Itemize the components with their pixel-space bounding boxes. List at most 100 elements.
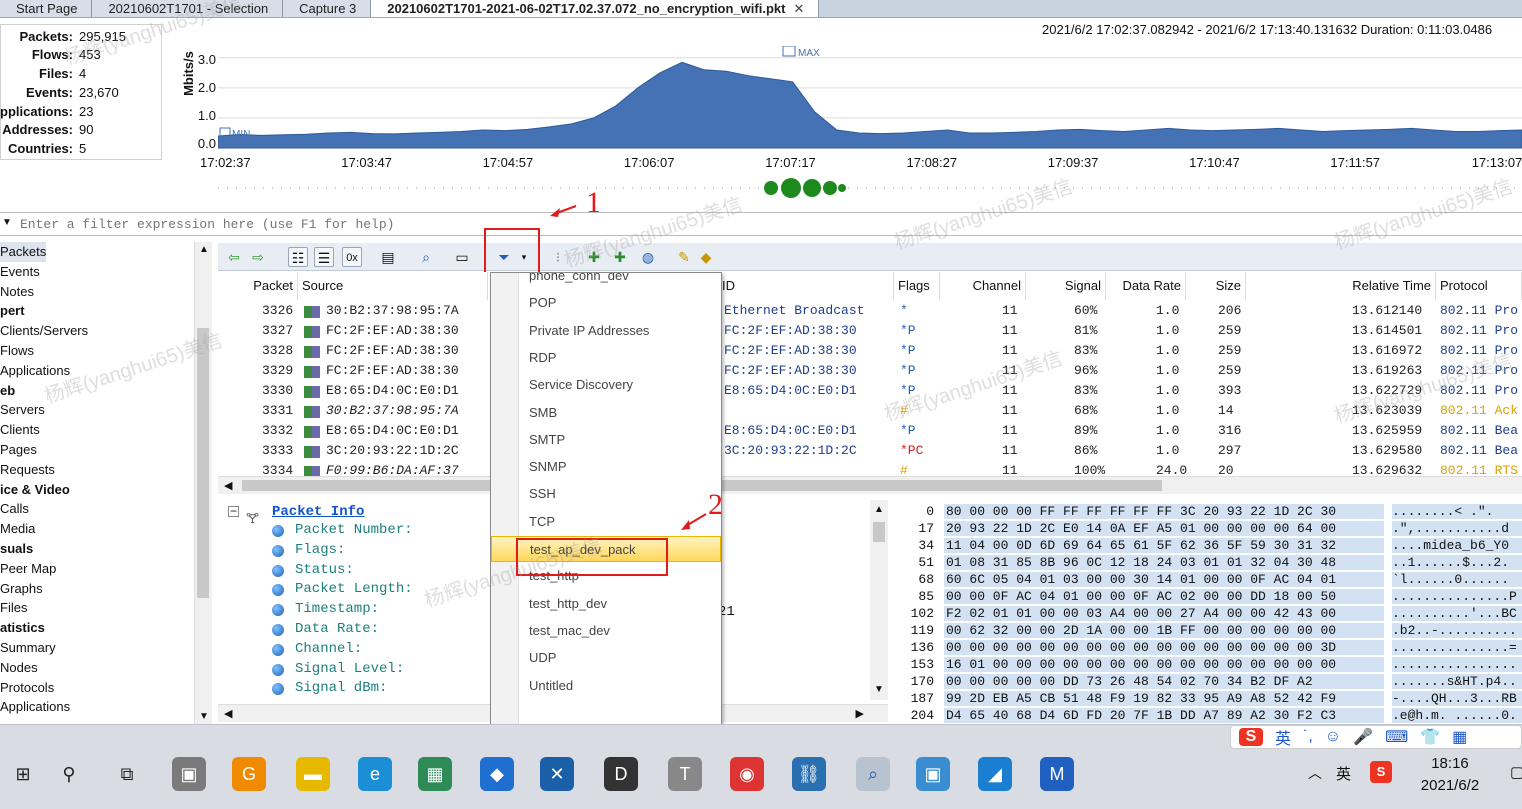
app8-icon[interactable]: ▣: [916, 757, 950, 791]
filter-menu-item[interactable]: SSH: [491, 481, 721, 507]
chrome-icon[interactable]: ◉: [730, 757, 764, 791]
edit-icon[interactable]: ✎: [674, 247, 694, 267]
table-row[interactable]: 3332 E8:65:D4:0C:E0:D1 E8:65:D4:0C:E0:D1 *P…: [218, 422, 1522, 442]
filter-menu-item[interactable]: SMTP: [491, 427, 721, 453]
app3-icon[interactable]: ▦: [418, 757, 452, 791]
filter-menu-item[interactable]: Service Discovery: [491, 372, 721, 398]
network-icon[interactable]: ⛓: [792, 757, 826, 791]
table-row[interactable]: 3328 FC:2F:EF:AD:38:30 FC:2F:EF:AD:38:30 *P…: [218, 342, 1522, 362]
tray-ime-lang[interactable]: 英: [1336, 763, 1351, 784]
add-icon[interactable]: ✚: [584, 247, 604, 267]
tree-vscroll[interactable]: ▲ ▼: [870, 500, 888, 700]
col-packet[interactable]: Packet: [218, 272, 298, 300]
nav-item[interactable]: Media: [0, 519, 35, 539]
throughput-chart[interactable]: MAX MIN: [218, 46, 1522, 152]
filter-menu-item[interactable]: RDP: [491, 345, 721, 371]
nav-item[interactable]: Applications: [0, 361, 70, 381]
tree-field[interactable]: Channel:: [295, 641, 362, 657]
col-channel[interactable]: Channel: [940, 272, 1026, 300]
nav-item[interactable]: Events: [0, 262, 40, 282]
filter-menu-item[interactable]: POP: [491, 290, 721, 316]
add-alt-icon[interactable]: ✚: [610, 247, 630, 267]
tree-field[interactable]: Packet Number:: [295, 522, 413, 538]
tab-capture-3[interactable]: Capture 3: [283, 0, 372, 17]
app9-icon[interactable]: ◢: [978, 757, 1012, 791]
filter-menu-item[interactable]: test_mac_dev: [491, 618, 721, 644]
app4-icon[interactable]: ◆: [480, 757, 514, 791]
nav-item[interactable]: Clients: [0, 420, 40, 440]
ruler-icon[interactable]: ⁝: [548, 247, 568, 267]
notification-icon[interactable]: ▢: [1510, 763, 1522, 781]
app6-icon[interactable]: D: [604, 757, 638, 791]
skin-icon[interactable]: 👕: [1420, 727, 1440, 747]
start-icon[interactable]: ⊞: [6, 757, 40, 791]
col-relative-time[interactable]: Relative Time: [1246, 272, 1436, 300]
filter-input[interactable]: [20, 217, 720, 232]
nav-section-header[interactable]: eb: [0, 381, 15, 401]
search-icon[interactable]: ⚲: [52, 757, 86, 791]
close-icon[interactable]: ✕: [793, 1, 804, 16]
nav-section-header[interactable]: ice & Video: [0, 480, 70, 500]
nav-item[interactable]: Graphs: [0, 579, 43, 599]
nav-item[interactable]: Requests: [0, 460, 55, 480]
nav-scrollbar[interactable]: ▲ ▼: [194, 242, 212, 724]
tree-field[interactable]: Packet Length:: [295, 581, 413, 597]
nav-section-header[interactable]: suals: [0, 539, 33, 559]
find-icon[interactable]: ⌕: [416, 247, 436, 267]
nav-item[interactable]: Flows: [0, 341, 34, 361]
tree-field[interactable]: Data Rate:: [295, 621, 379, 637]
nav-item[interactable]: Summary: [0, 638, 56, 658]
nav-item[interactable]: Pages: [0, 440, 37, 460]
app2-icon[interactable]: G: [232, 757, 266, 791]
col-id[interactable]: ID: [718, 272, 894, 300]
nav-item[interactable]: Calls: [0, 499, 29, 519]
app10-icon[interactable]: M: [1040, 757, 1074, 791]
filter-menu-item[interactable]: UDP: [491, 645, 721, 671]
col-protocol[interactable]: Protocol: [1436, 272, 1522, 300]
list-view-icon[interactable]: ☷: [288, 247, 308, 267]
nav-item[interactable]: Clients/Servers: [0, 321, 88, 341]
tree-field[interactable]: Status:: [295, 562, 354, 578]
mic-icon[interactable]: 🎤: [1353, 727, 1373, 747]
omnipeek-icon[interactable]: ⌕: [856, 757, 890, 791]
app1-icon[interactable]: ▣: [172, 757, 206, 791]
col-flags[interactable]: Flags: [894, 272, 940, 300]
table-row[interactable]: 3330 E8:65:D4:0C:E0:D1 E8:65:D4:0C:E0:D1 *P…: [218, 382, 1522, 402]
ime-lang[interactable]: 英: [1275, 725, 1291, 749]
nav-section-header[interactable]: atistics: [0, 618, 45, 638]
nav-item[interactable]: Peer Map: [0, 559, 56, 579]
nav-item[interactable]: Servers: [0, 400, 45, 420]
tab-pkt-file[interactable]: 20210602T1701-2021-06-02T17.02.37.072_no…: [371, 0, 820, 17]
col-data-rate[interactable]: Data Rate: [1106, 272, 1186, 300]
keyboard-icon[interactable]: ⌨: [1385, 727, 1408, 747]
tree-field[interactable]: Flags:: [295, 542, 345, 558]
tag-icon[interactable]: ◆: [696, 247, 716, 267]
filter-menu-item[interactable]: Private IP Addresses: [491, 318, 721, 344]
col-size[interactable]: Size: [1186, 272, 1246, 300]
ime-toolbar[interactable]: S 英 ˙, ☺ 🎤 ⌨ 👕 ▦: [1230, 725, 1522, 749]
table-row[interactable]: 3334 F0:99:B6:DA:AF:37 #11 100% 24.0 20 13.629…: [218, 462, 1522, 476]
tree-root-packet-info[interactable]: Packet Info: [272, 504, 364, 520]
detail-view-icon[interactable]: ☰: [314, 247, 334, 267]
clock[interactable]: 18:16 2021/6/2: [1410, 753, 1490, 797]
edge-icon[interactable]: e: [358, 757, 392, 791]
columns-icon[interactable]: ▤: [378, 247, 398, 267]
filter-dropdown-icon[interactable]: ▼: [2, 217, 12, 228]
nav-section-header[interactable]: pert: [0, 301, 25, 321]
tree-field[interactable]: Signal dBm:: [295, 680, 387, 696]
app5-icon[interactable]: ✕: [540, 757, 574, 791]
table-row[interactable]: 3329 FC:2F:EF:AD:38:30 FC:2F:EF:AD:38:30 *P…: [218, 362, 1522, 382]
punct-icon[interactable]: ˙,: [1303, 728, 1313, 746]
event-timeline[interactable]: [218, 178, 1522, 200]
grid-icon[interactable]: ▦: [1452, 727, 1467, 747]
filter-menu-item[interactable]: SMB: [491, 400, 721, 426]
table-row[interactable]: 3333 3C:20:93:22:1D:2C 3C:20:93:22:1D:2C *P…: [218, 442, 1522, 462]
nav-item[interactable]: Notes: [0, 282, 34, 302]
collapse-icon[interactable]: −: [228, 505, 239, 517]
col-signal[interactable]: Signal: [1026, 272, 1106, 300]
nav-item[interactable]: Packets: [0, 242, 47, 262]
tree-field[interactable]: Timestamp:: [295, 601, 379, 617]
table-row[interactable]: 3326 30:B2:37:98:95:7A Ethernet Broadcast *…: [218, 302, 1522, 322]
filter-menu-item[interactable]: SNMP: [491, 454, 721, 480]
tab-start-page[interactable]: Start Page: [0, 0, 93, 17]
